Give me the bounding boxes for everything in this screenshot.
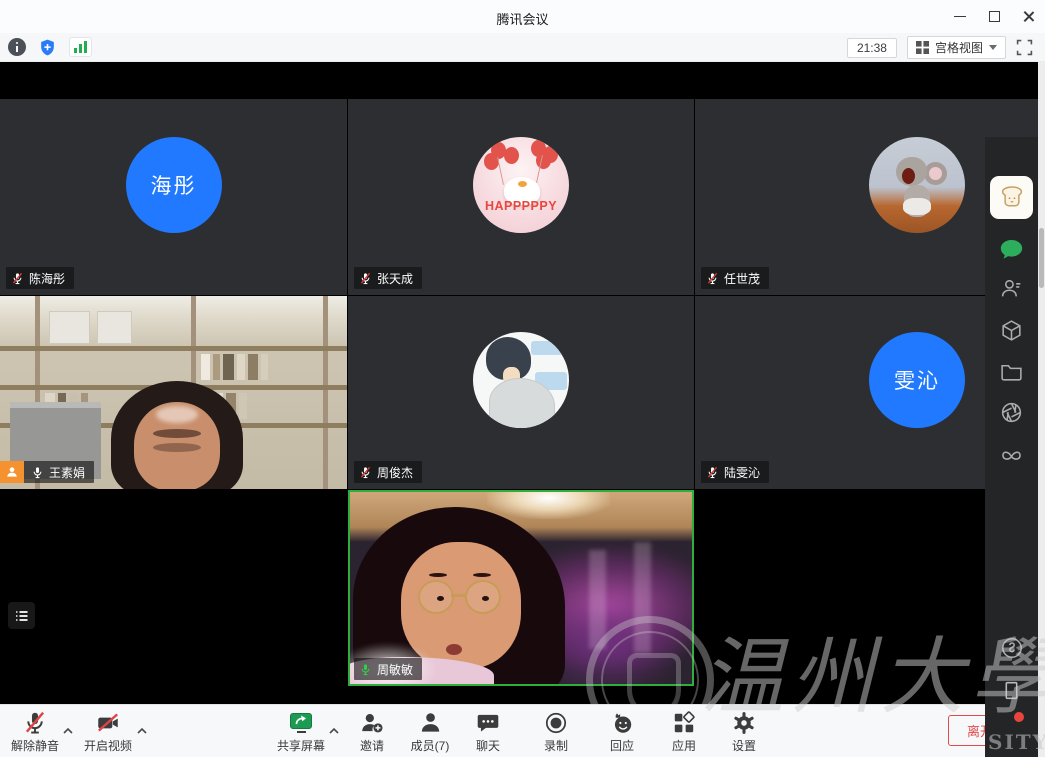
camera-options-chevron[interactable] (136, 722, 148, 740)
gear-icon (731, 710, 757, 736)
window-title: 腾讯会议 (0, 9, 1045, 28)
participant-name-label: 周敏敏 (354, 658, 422, 680)
avatar-luwenqin: 雯沁 (869, 332, 965, 428)
avatar-renshimao (869, 137, 965, 233)
participant-name-label: 王素娟 (0, 461, 94, 483)
camera-off-icon (95, 710, 121, 736)
video-tile-zhouminmin[interactable]: 周敏敏 (348, 490, 694, 686)
video-tile-zhangtiancheng[interactable]: HAPPPPPY 张天成 (348, 99, 694, 295)
avatar-chenhaitong: 海彤 (126, 137, 222, 233)
notification-dot-badge (1014, 712, 1024, 722)
minimize-button[interactable] (943, 0, 977, 33)
chat-button[interactable]: 聊天 (455, 710, 521, 754)
mic-muted-icon (706, 272, 719, 285)
close-icon (1022, 10, 1035, 23)
title-bar: 腾讯会议 (0, 0, 1045, 33)
reactions-button[interactable]: 回应 (589, 710, 655, 754)
frame-icon[interactable] (985, 675, 1038, 705)
maximize-icon (989, 11, 1000, 22)
aperture-icon[interactable] (985, 397, 1038, 427)
video-grid: 海彤 陈海彤 HAPPPPPY 张 (0, 62, 1045, 704)
apps-grid-icon (671, 710, 697, 736)
bread-app-icon[interactable] (985, 173, 1038, 221)
view-mode-button[interactable]: 宫格视图 (907, 36, 1006, 59)
record-button[interactable]: 录制 (523, 710, 589, 754)
network-signal-icon[interactable] (69, 37, 92, 57)
close-button[interactable] (1011, 0, 1045, 33)
meeting-window: 腾讯会议 21:38 宫格视图 海彤 (0, 0, 1045, 757)
view-mode-label: 宫格视图 (935, 39, 983, 56)
participant-name-label: 任世茂 (701, 267, 769, 289)
apps-button[interactable]: 应用 (651, 710, 717, 754)
participant-name: 陈海彤 (29, 270, 65, 287)
scrollbar[interactable] (1038, 62, 1045, 757)
participant-name: 张天成 (377, 270, 413, 287)
participant-name: 王素娟 (49, 464, 85, 481)
scrollbar-thumb[interactable] (1039, 228, 1044, 288)
meeting-topbar: 21:38 宫格视图 (0, 33, 1045, 62)
mic-options-chevron[interactable] (62, 722, 74, 740)
grid-view-icon (916, 41, 929, 54)
chevron-down-icon (989, 45, 997, 50)
meeting-toolbar: 解除静音 开启视频 共享屏幕 邀请 (0, 704, 1045, 757)
mic-on-icon (31, 466, 44, 479)
meeting-info-icon[interactable] (8, 38, 26, 56)
participant-name: 周俊杰 (377, 464, 413, 481)
video-tile-wangsujuan[interactable]: 王素娟 (0, 296, 347, 489)
security-shield-icon[interactable] (38, 38, 57, 57)
mic-muted-icon (359, 466, 372, 479)
share-screen-button[interactable]: 共享屏幕 (268, 710, 334, 754)
dock-sidebar (985, 137, 1038, 757)
mic-muted-icon (11, 272, 24, 285)
avatar-zhangtiancheng: HAPPPPPY (473, 137, 569, 233)
reaction-emoji-icon (609, 710, 635, 736)
members-button[interactable]: 成员(7) (397, 710, 463, 754)
invite-person-icon (359, 710, 385, 736)
mic-muted-icon (22, 710, 48, 736)
participant-name-label: 张天成 (354, 267, 422, 289)
chat-bubble-icon (475, 710, 501, 736)
participant-name-label: 周俊杰 (354, 461, 422, 483)
participant-name-label: 陆雯沁 (701, 461, 769, 483)
chat-bubble-icon[interactable] (985, 234, 1038, 264)
video-tile-chenhaitong[interactable]: 海彤 陈海彤 (0, 99, 347, 295)
minimize-icon (954, 16, 966, 18)
share-screen-icon (290, 710, 312, 736)
contacts-icon[interactable] (985, 273, 1038, 303)
link-circle-icon[interactable] (985, 633, 1038, 663)
fullscreen-icon (1016, 39, 1033, 56)
meeting-timer: 21:38 (847, 38, 897, 58)
participant-name: 周敏敏 (377, 661, 413, 678)
video-frame (350, 492, 692, 684)
video-tile-zhoujunjie[interactable]: 周俊杰 (348, 296, 694, 489)
participant-name: 陆雯沁 (724, 464, 760, 481)
unmute-button[interactable]: 解除静音 (2, 710, 68, 754)
list-icon (14, 608, 30, 624)
record-icon (543, 710, 569, 736)
mic-active-icon (359, 663, 372, 676)
folder-icon[interactable] (985, 356, 1038, 386)
maximize-button[interactable] (977, 0, 1011, 33)
start-video-button[interactable]: 开启视频 (75, 710, 141, 754)
mic-muted-icon (706, 466, 719, 479)
settings-button[interactable]: 设置 (711, 710, 777, 754)
mic-muted-icon (359, 272, 372, 285)
participant-name-label: 陈海彤 (6, 267, 74, 289)
members-icon (417, 710, 443, 736)
avatar-caption: HAPPPPPY (473, 199, 569, 213)
agenda-list-button[interactable] (8, 602, 35, 629)
fullscreen-button[interactable] (1016, 39, 1033, 56)
participant-name: 任世茂 (724, 270, 760, 287)
butterfly-icon[interactable] (985, 441, 1038, 471)
host-icon (0, 461, 24, 483)
cube-icon[interactable] (985, 315, 1038, 345)
invite-button[interactable]: 邀请 (339, 710, 405, 754)
avatar-zhoujunjie (473, 332, 569, 428)
